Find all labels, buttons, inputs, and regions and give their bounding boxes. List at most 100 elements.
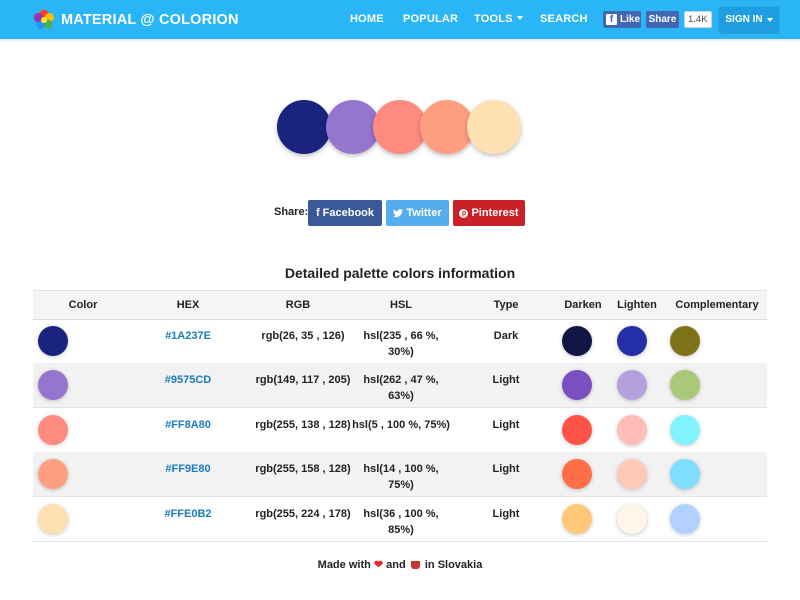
hsl-value-line2: 30%) — [388, 346, 414, 358]
darken-swatch[interactable] — [562, 370, 592, 400]
hex-value[interactable]: #FFE0B2 — [153, 506, 223, 522]
hsl-value: hsl(235 , 66 %, 30%) — [351, 328, 451, 360]
sign-in-label: SIGN IN — [725, 14, 763, 25]
lighten-swatch[interactable] — [617, 504, 647, 534]
brand-name: MATERIAL @ COLORION — [61, 12, 239, 28]
share-facebook-button[interactable]: f Facebook — [308, 200, 382, 226]
rgb-value: rgb(255, 224 , 178) — [255, 508, 351, 520]
darken-swatch[interactable] — [562, 326, 592, 356]
hsl-value: hsl(262 , 47 %, 63%) — [351, 372, 451, 404]
complementary-swatch[interactable] — [670, 370, 700, 400]
caret-down-icon — [516, 16, 523, 20]
hex-value[interactable]: #9575CD — [153, 372, 223, 388]
color-swatch[interactable] — [38, 459, 68, 489]
rgb-value: rgb(149, 117 , 205) — [255, 374, 351, 386]
table-row: #1A237E rgb(26, 35 , 126) hsl(235 , 66 %, 3… — [33, 319, 767, 364]
footer-in-slovakia: in Slovakia — [424, 559, 483, 571]
footer-made-with: Made with — [317, 559, 371, 571]
hex-value[interactable]: #FF8A80 — [153, 417, 223, 433]
lighten-swatch[interactable] — [617, 326, 647, 356]
palette-color-circle[interactable] — [373, 100, 427, 154]
share-facebook-label: Facebook — [322, 207, 375, 219]
hex-value[interactable]: #FF9E80 — [153, 461, 223, 477]
color-swatch[interactable] — [38, 504, 68, 534]
footer-and: and — [386, 559, 406, 571]
nav-popular[interactable]: POPULAR — [403, 13, 458, 25]
sign-in-button[interactable]: SIGN IN — [719, 7, 779, 32]
palette-color-circle[interactable] — [467, 100, 521, 154]
complementary-swatch[interactable] — [670, 415, 700, 445]
hsl-value-line1: hsl(262 , 47 %, — [363, 374, 439, 386]
facebook-like-button[interactable]: f Like — [603, 11, 641, 28]
palette-preview — [277, 100, 537, 156]
header-lighten: Lighten — [617, 299, 657, 311]
palette-color-circle[interactable] — [420, 100, 474, 154]
table-row: #FF9E80 rgb(255, 158 , 128) hsl(14 , 100 %… — [33, 452, 767, 497]
footer: Made with ❤ and in Slovakia — [0, 558, 800, 571]
header-hsl: HSL — [390, 299, 412, 311]
palette-color-circle[interactable] — [277, 100, 331, 154]
darken-swatch[interactable] — [562, 504, 592, 534]
share-pinterest-label: Pinterest — [471, 207, 519, 219]
twitter-icon — [393, 208, 404, 217]
color-swatch[interactable] — [38, 370, 68, 400]
table-header: Color HEX RGB HSL Type Darken Lighten Co… — [33, 290, 767, 320]
lighten-swatch[interactable] — [617, 415, 647, 445]
nav-home[interactable]: HOME — [350, 13, 384, 25]
facebook-share-count: 1.4K — [684, 11, 712, 28]
facebook-share-label: Share — [648, 14, 677, 25]
type-value: Light — [492, 463, 520, 475]
table-row: #9575CD rgb(149, 117 , 205) hsl(262 , 47 %… — [33, 363, 767, 408]
header-type: Type — [493, 299, 519, 311]
table-row: #FFE0B2 rgb(255, 224 , 178) hsl(36 , 100 %… — [33, 497, 767, 542]
lighten-swatch[interactable] — [617, 459, 647, 489]
brand[interactable]: MATERIAL @ COLORION — [33, 8, 239, 32]
darken-swatch[interactable] — [562, 459, 592, 489]
rgb-value: rgb(255, 138 , 128) — [255, 419, 351, 431]
hsl-value: hsl(5 , 100 %, 75%) — [351, 417, 451, 433]
complementary-swatch[interactable] — [670, 459, 700, 489]
darken-swatch[interactable] — [562, 415, 592, 445]
share-twitter-button[interactable]: Twitter — [386, 200, 449, 226]
caret-down-icon — [766, 17, 773, 22]
rgb-value: rgb(255, 158 , 128) — [255, 463, 351, 475]
header-darken: Darken — [564, 299, 602, 311]
nav-search[interactable]: SEARCH — [540, 13, 588, 25]
header-complementary: Complementary — [675, 299, 759, 311]
rgb-value: rgb(26, 35 , 126) — [261, 330, 345, 342]
facebook-share-button[interactable]: Share — [646, 11, 679, 28]
hsl-value-line1: hsl(235 , 66 %, — [363, 330, 439, 342]
navbar: MATERIAL @ COLORION HOME POPULAR TOOLS S… — [0, 0, 800, 39]
share-twitter-label: Twitter — [406, 207, 442, 219]
pinterest-icon: p — [459, 208, 469, 218]
hex-value[interactable]: #1A237E — [153, 328, 223, 344]
complementary-swatch[interactable] — [670, 504, 700, 534]
type-value: Dark — [493, 330, 519, 342]
complementary-swatch[interactable] — [670, 326, 700, 356]
hsl-value: hsl(36 , 100 %, 85%) — [351, 506, 451, 538]
type-value: Light — [492, 419, 520, 431]
palette-color-circle[interactable] — [326, 100, 380, 154]
hsl-value-line1: hsl(14 , 100 %, — [363, 463, 439, 475]
lighten-swatch[interactable] — [617, 370, 647, 400]
heart-icon: ❤ — [373, 559, 384, 571]
hsl-value-line2: 63%) — [388, 390, 414, 402]
nav-tools[interactable]: TOOLS — [474, 13, 523, 25]
color-swatch[interactable] — [38, 415, 68, 445]
facebook-icon: f — [606, 14, 617, 25]
section-title: Detailed palette colors information — [284, 265, 516, 281]
table-row: #FF8A80 rgb(255, 138 , 128) hsl(5 , 100 %,… — [33, 408, 767, 453]
facebook-like-label: Like — [620, 14, 641, 25]
nav-tools-label: TOOLS — [474, 13, 513, 25]
hsl-value-line1: hsl(5 , 100 %, 75%) — [352, 419, 450, 431]
coffee-icon — [410, 561, 420, 569]
colorion-logo-icon — [33, 9, 54, 29]
type-value: Light — [492, 508, 520, 520]
header-hex: HEX — [176, 299, 200, 311]
hsl-value: hsl(14 , 100 %, 75%) — [351, 461, 451, 493]
share-pinterest-button[interactable]: p Pinterest — [453, 200, 525, 226]
type-value: Light — [492, 374, 520, 386]
facebook-icon: f — [315, 207, 320, 219]
header-color: Color — [68, 299, 98, 311]
color-swatch[interactable] — [38, 326, 68, 356]
